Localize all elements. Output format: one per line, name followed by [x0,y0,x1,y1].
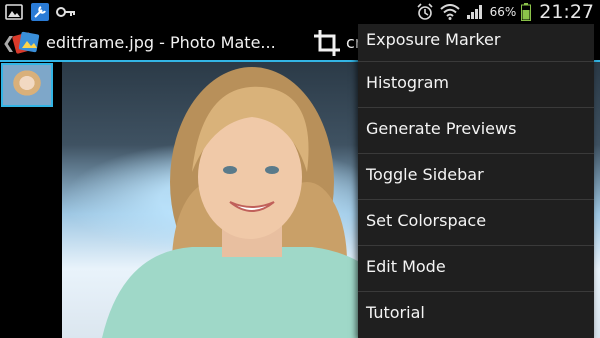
image-thumbnail[interactable] [1,63,53,107]
menu-item-label: Edit Mode [366,257,446,276]
alarm-icon [415,3,435,21]
battery-icon [521,3,532,21]
overflow-menu: Exposure Marker Histogram Generate Previ… [358,24,594,338]
tools-icon [30,3,50,21]
menu-item-generate-previews[interactable]: Generate Previews [358,108,594,154]
menu-item-label: Histogram [366,73,449,92]
app-icon[interactable] [12,28,42,58]
menu-item-set-colorspace[interactable]: Set Colorspace [358,200,594,246]
battery-percent: 66% [489,5,517,19]
menu-item-exposure-marker[interactable]: Exposure Marker [358,24,594,62]
signal-icon [465,3,485,21]
crop-icon[interactable] [312,28,342,58]
menu-item-label: Tutorial [366,303,425,322]
menu-item-label: Toggle Sidebar [366,165,484,184]
wifi-icon [439,3,460,21]
key-icon [56,3,76,21]
menu-item-histogram[interactable]: Histogram [358,62,594,108]
status-bar: 66% 21:27 [0,0,600,24]
menu-item-label: Generate Previews [366,119,517,138]
gallery-icon [4,3,24,21]
clock: 21:27 [539,1,594,23]
notification-icons [4,2,76,22]
menu-item-label: Set Colorspace [366,211,487,230]
menu-item-toggle-sidebar[interactable]: Toggle Sidebar [358,154,594,200]
sidebar [0,62,60,338]
page-title: editframe.jpg - Photo Mate... [46,33,276,52]
menu-item-edit-mode[interactable]: Edit Mode [358,246,594,292]
menu-item-tutorial[interactable]: Tutorial [358,292,594,338]
menu-item-label: Exposure Marker [366,30,501,49]
system-status: 66% 21:27 [415,0,594,24]
